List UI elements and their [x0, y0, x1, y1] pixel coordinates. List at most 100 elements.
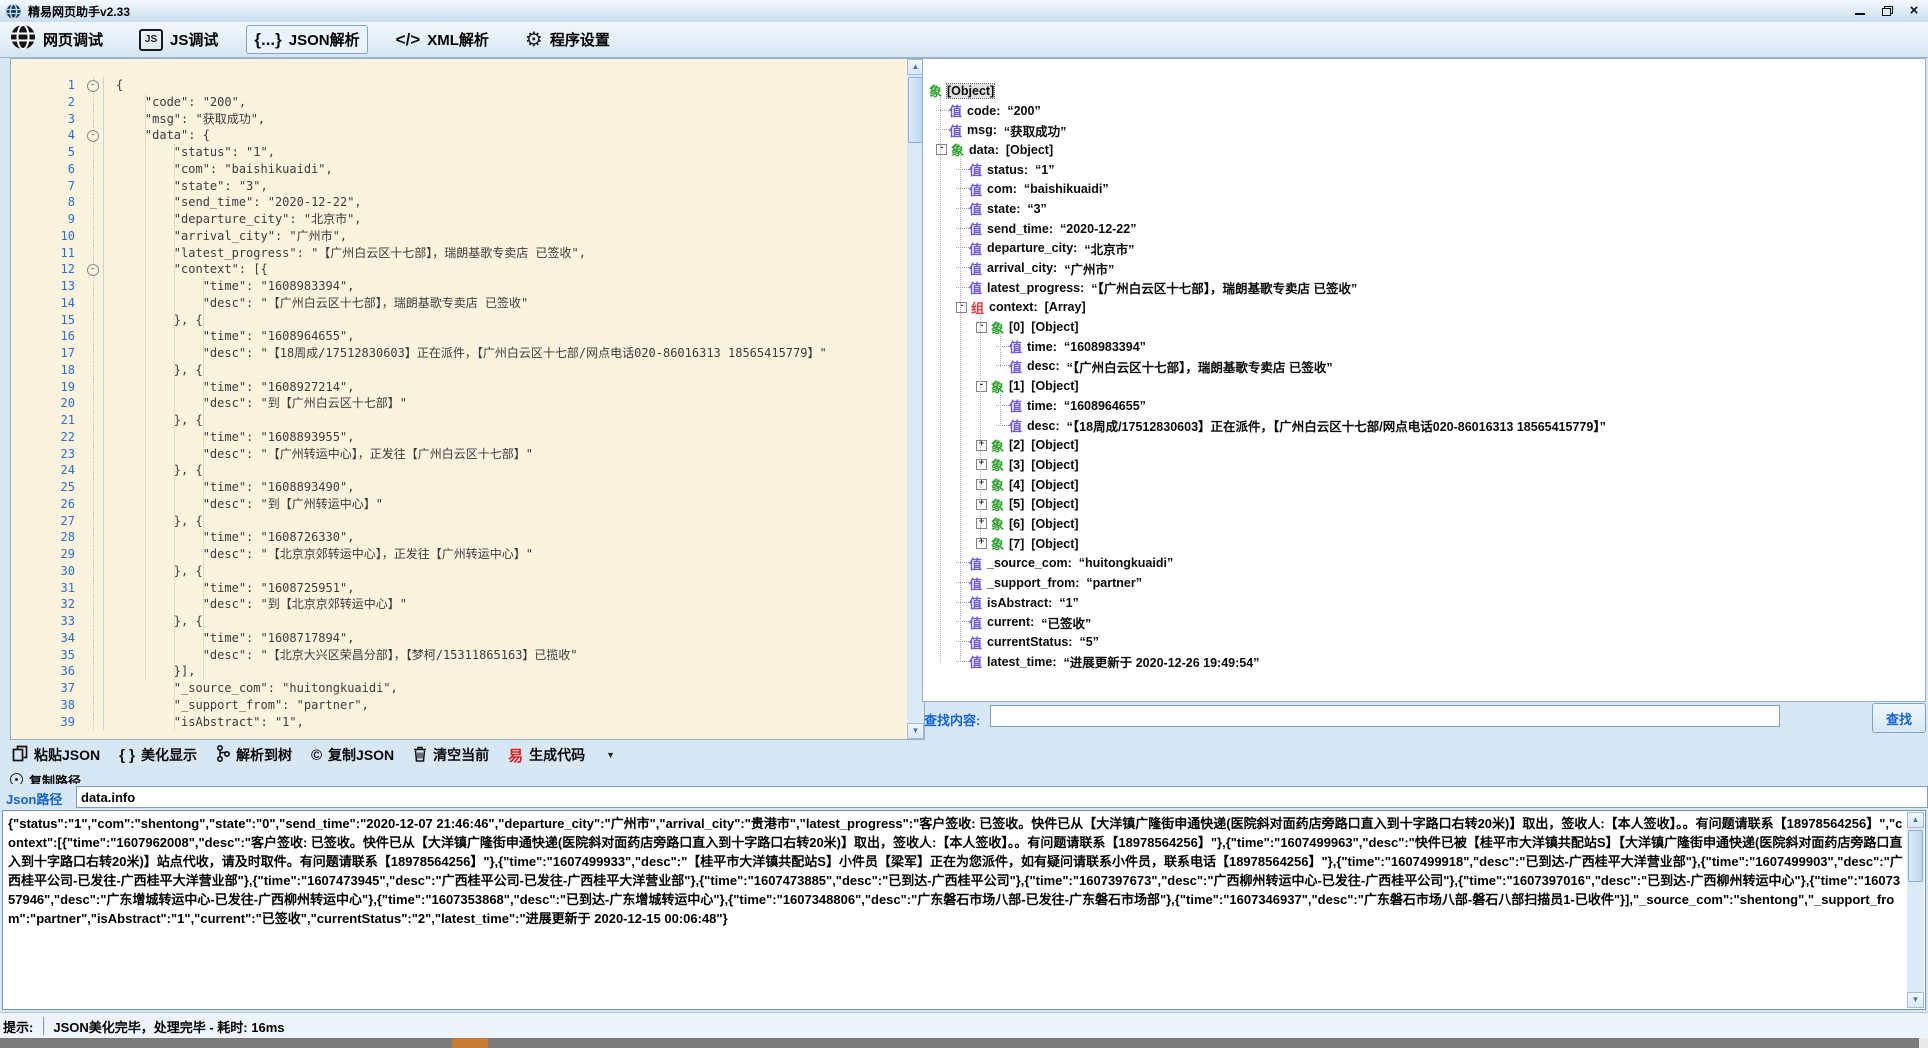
fold-collapse-icon[interactable]: - [87, 130, 99, 142]
raw-json-area[interactable]: {"status":"1","com":"shentong","state":"… [2, 810, 1926, 1010]
tree-node[interactable]: 值code:“200” [927, 101, 1923, 121]
tree-node[interactable]: 值com:“baishikuaidi” [927, 179, 1923, 199]
fold-column [85, 245, 103, 262]
tree-node[interactable]: 值_source_com:“huitongkuaidi” [927, 554, 1923, 574]
fold-collapse-icon[interactable]: - [87, 264, 99, 276]
editor-scroll-thumb[interactable] [908, 77, 923, 143]
tree-node[interactable]: 值isAbstract:“1” [927, 593, 1923, 613]
globe-icon [10, 24, 36, 55]
beautify-button[interactable]: { }美化显示 [119, 745, 197, 765]
line-number: 25 [11, 479, 85, 496]
tree-node[interactable]: 值departure_city:“北京市” [927, 239, 1923, 259]
line-number: 37 [11, 680, 85, 697]
tree-node[interactable]: 值send_time:“2020-12-22” [927, 219, 1923, 239]
editor-line: 38 "_support_from": "partner", [11, 697, 907, 714]
nav-tab-web-debug[interactable]: 网页调试 [2, 20, 111, 59]
fold-column [85, 496, 103, 513]
copy-path-label: 复制路径 [29, 771, 81, 784]
fold-column [85, 647, 103, 664]
json-path-input[interactable] [76, 786, 1928, 808]
indent-guide [203, 278, 204, 680]
copy-json-button[interactable]: ©复制JSON [311, 745, 394, 765]
caret-down-icon: ▼ [606, 750, 615, 760]
scroll-up-icon[interactable]: ▲ [1907, 812, 1924, 828]
minimize-button[interactable] [1852, 3, 1868, 19]
line-number: 29 [11, 546, 85, 563]
tree-node[interactable]: 值_support_from:“partner” [927, 573, 1923, 593]
json-editor[interactable]: 1-{2 "code": "200",3 "msg": "获取成功",4- "d… [10, 58, 925, 740]
tree-expand-toggle[interactable]: + [976, 479, 987, 490]
tree-node[interactable]: 值latest_time:“进展更新于 2020-12-26 19:49:54” [927, 652, 1923, 672]
line-number: 27 [11, 513, 85, 530]
fold-collapse-icon[interactable]: - [87, 80, 99, 92]
value-type-icon: 值 [969, 199, 982, 218]
raw-json-scrollbar[interactable]: ▲ ▼ [1907, 812, 1924, 1008]
tree-expand-toggle[interactable]: + [976, 518, 987, 529]
fold-column [85, 613, 103, 630]
tree-node[interactable]: 值status:“1” [927, 160, 1923, 180]
nav-tab-xml-parse[interactable]: </>XML解析 [388, 25, 497, 54]
tree-node[interactable]: 值desc:“【18周成/17512830603】正在派件，【广州白云区十七部/… [927, 416, 1923, 436]
tree-node[interactable]: -象[1][Object] [927, 376, 1923, 396]
tree-node[interactable]: 值msg:“获取成功” [927, 120, 1923, 140]
window-title: 精易网页助手v2.33 [28, 3, 130, 20]
line-number: 9 [11, 211, 85, 228]
nav-tab-json-parse[interactable]: {...}JSON解析 [246, 25, 367, 54]
tree-node[interactable]: 值time:“1608964655” [927, 396, 1923, 416]
tree-expand-toggle[interactable]: - [936, 144, 947, 155]
tree-expand-toggle[interactable]: + [976, 499, 987, 510]
json-path-label: Json路径 [6, 789, 62, 808]
tree-node[interactable]: 值state:“3” [927, 199, 1923, 219]
trash-icon [413, 746, 427, 765]
generate-code-button[interactable]: 易生成代码 [508, 745, 585, 766]
fold-column [85, 663, 103, 680]
tree-node[interactable]: -象[0][Object] [927, 317, 1923, 337]
tree-node[interactable]: 值desc:“【广州白云区十七部】，瑞朗基歌专卖店 已签收” [927, 357, 1923, 377]
clear-current-button[interactable]: 清空当前 [413, 745, 489, 765]
tree-node[interactable]: +象[6][Object] [927, 514, 1923, 534]
tree-node[interactable]: 值latest_progress:“【广州白云区十七部】，瑞朗基歌专卖店 已签收… [927, 278, 1923, 298]
tree-node[interactable]: +象[7][Object] [927, 534, 1923, 554]
tree-node[interactable]: 象[Object] [927, 81, 1923, 101]
tree-node[interactable]: 值current:“已签收” [927, 613, 1923, 633]
tree-connector-line [960, 155, 961, 662]
tree-node[interactable]: -象data:[Object] [927, 140, 1923, 160]
editor-line: 37 "_source_com": "huitongkuaidi", [11, 680, 907, 697]
editor-line: 39 "isAbstract": "1", [11, 714, 907, 731]
find-button[interactable]: 查找 [1872, 703, 1926, 733]
line-number: 38 [11, 697, 85, 714]
tree-node[interactable]: 值time:“1608983394” [927, 337, 1923, 357]
editor-line-text: "desc": "【广州白云区十七部】，瑞朗基歌专卖店 已签收" [103, 295, 907, 312]
restore-button[interactable] [1879, 3, 1895, 19]
tree-expand-toggle[interactable]: - [976, 381, 987, 392]
tree-node-key: desc: [1027, 359, 1060, 373]
tree-node-value: “【18周成/17512830603】正在派件，【广州白云区十七部/网点电话02… [1067, 416, 1606, 435]
tree-node[interactable]: +象[5][Object] [927, 494, 1923, 514]
paste-json-button[interactable]: 粘贴JSON [12, 745, 100, 765]
tree-expand-toggle[interactable]: + [976, 440, 987, 451]
parse-to-tree-button[interactable]: 解析到树 [216, 745, 292, 765]
fold-column [85, 228, 103, 245]
tree-expand-toggle[interactable]: - [956, 302, 967, 313]
editor-line-text: "desc": "【广州转运中心】，正发往【广州白云区十七部】" [103, 446, 907, 463]
gear-icon: ⚙ [525, 30, 543, 50]
scroll-down-icon[interactable]: ▼ [1907, 992, 1924, 1008]
tree-node[interactable]: +象[3][Object] [927, 455, 1923, 475]
raw-scroll-thumb[interactable] [1908, 830, 1923, 882]
tree-connector-stub [996, 425, 1009, 427]
tree-node[interactable]: -组context:[Array] [927, 298, 1923, 318]
tree-expand-toggle[interactable]: - [976, 322, 987, 333]
tree-expand-toggle[interactable]: + [976, 459, 987, 470]
nav-tab-settings[interactable]: ⚙程序设置 [517, 25, 618, 54]
tree-node[interactable]: 值arrival_city:“广州市” [927, 258, 1923, 278]
tree-node[interactable]: +象[4][Object] [927, 475, 1923, 495]
search-input[interactable] [990, 705, 1780, 727]
json-tree-panel: 象[Object]值code:“200”值msg:“获取成功”-象data:[O… [922, 58, 1926, 702]
tree-node[interactable]: 值currentStatus:“5” [927, 632, 1923, 652]
close-button[interactable]: × [1906, 3, 1922, 19]
nav-tab-js-debug[interactable]: JSJS调试 [131, 25, 226, 55]
tree-node-value: [Object] [1031, 379, 1078, 393]
tree-expand-toggle[interactable]: + [976, 538, 987, 549]
tree-node[interactable]: +象[2][Object] [927, 435, 1923, 455]
copy-path-button[interactable]: 复制路径 [10, 771, 410, 784]
